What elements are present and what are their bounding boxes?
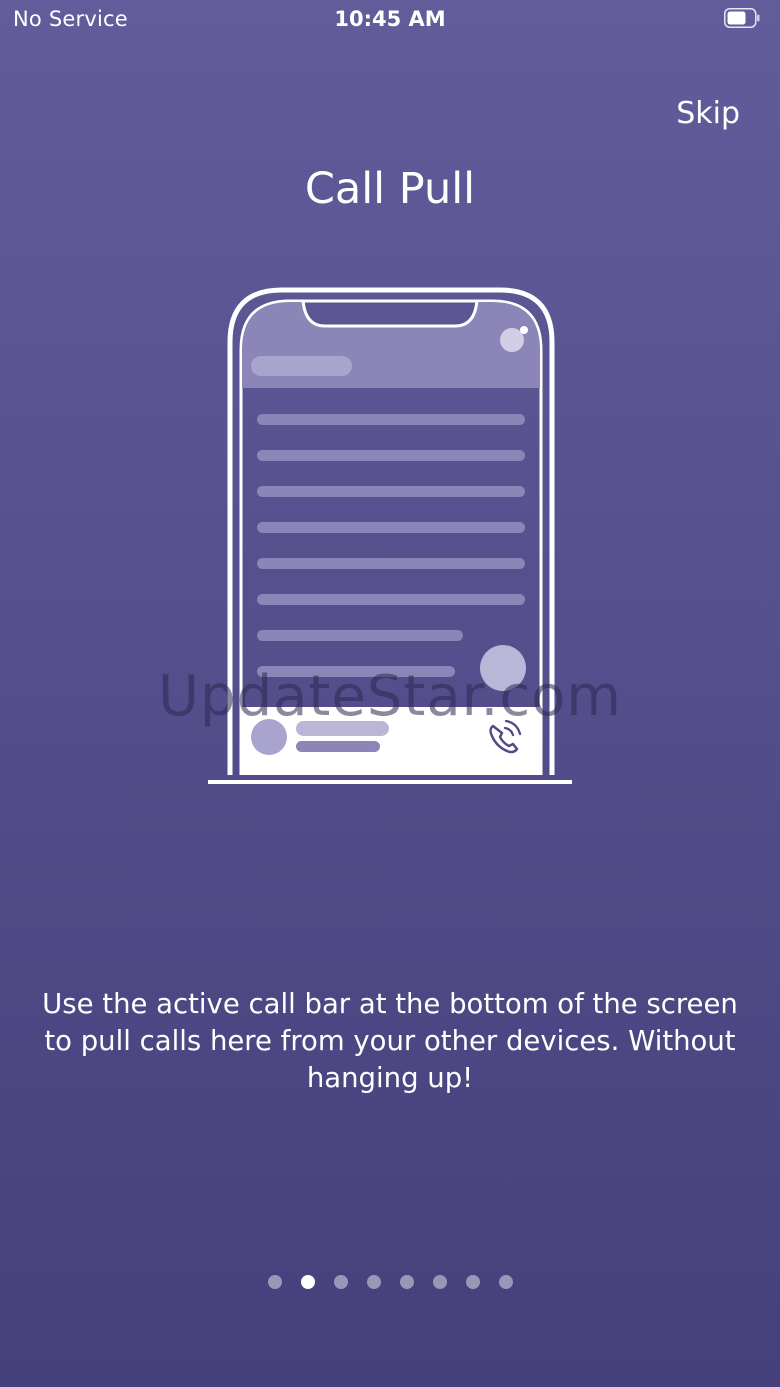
page-title: Call Pull bbox=[304, 164, 476, 214]
page-indicator[interactable] bbox=[0, 1275, 780, 1289]
page-dot-2-active[interactable] bbox=[300, 1275, 315, 1289]
battery-icon bbox=[724, 8, 760, 28]
page-dot-6[interactable] bbox=[432, 1275, 447, 1289]
page-dot-5[interactable] bbox=[399, 1275, 414, 1289]
page-dot-8[interactable] bbox=[498, 1275, 513, 1289]
page-dot-7[interactable] bbox=[465, 1275, 480, 1289]
page-dot-1[interactable] bbox=[267, 1275, 282, 1289]
status-time: 10:45 AM bbox=[334, 7, 446, 31]
status-bar: No Service 10:45 AM bbox=[0, 0, 780, 40]
phone-call-pull-illustration bbox=[208, 287, 572, 784]
onboarding-description: Use the active call bar at the bottom of… bbox=[42, 988, 738, 1094]
skip-button[interactable]: Skip bbox=[676, 96, 740, 131]
page-dot-4[interactable] bbox=[366, 1275, 381, 1289]
page-dot-3[interactable] bbox=[333, 1275, 348, 1289]
